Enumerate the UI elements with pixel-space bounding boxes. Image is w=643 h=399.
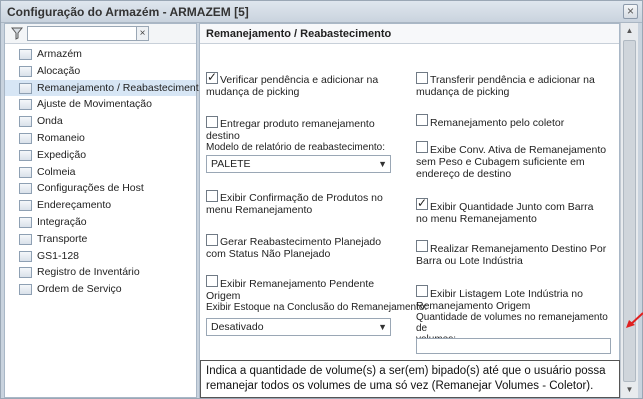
sidebar-item[interactable]: Remanejamento / Reabastecimento bbox=[5, 79, 205, 97]
stock-display-label: Exibir Estoque na Conclusão do Remanejam… bbox=[206, 302, 428, 313]
config-page-icon bbox=[19, 284, 32, 296]
sidebar-item-label: Registro de Inventário bbox=[37, 266, 140, 279]
filter-icon bbox=[11, 27, 23, 40]
sidebar-item-label: Configurações de Host bbox=[37, 182, 144, 195]
config-page-icon bbox=[19, 200, 32, 212]
tooltip: Indica a quantidade de volume(s) a ser(e… bbox=[200, 360, 620, 398]
window-title: Configuração do Armazém - ARMAZEM [5] bbox=[7, 5, 249, 19]
sidebar-item-label: Ordem de Serviço bbox=[37, 283, 122, 296]
vertical-scrollbar[interactable]: ▲ ▼ bbox=[620, 23, 638, 398]
sidebar-item-label: GS1-128 bbox=[37, 249, 80, 262]
sidebar-item-label: Endereçamento bbox=[37, 199, 112, 212]
clear-filter-button[interactable]: × bbox=[136, 26, 149, 41]
select-value: Desativado bbox=[211, 321, 264, 333]
sidebar-item[interactable]: Romaneio bbox=[5, 130, 196, 147]
filter-input[interactable] bbox=[27, 26, 137, 41]
option-label: Gerar Reabastecimento Planejado com Stat… bbox=[206, 236, 382, 260]
scrollbar-thumb[interactable] bbox=[623, 40, 636, 382]
sidebar-item[interactable]: Colmeia bbox=[5, 164, 196, 181]
chevron-down-icon: ▼ bbox=[378, 159, 387, 169]
config-page-icon bbox=[19, 183, 32, 195]
main-panel: Remanejamento / Reabastecimento Verifica… bbox=[199, 23, 620, 398]
option-label: Exibir Confirmação de Produtos no menu R… bbox=[206, 192, 383, 216]
option-label: Remanejamento pelo coletor bbox=[430, 117, 565, 129]
section-title: Remanejamento / Reabastecimento bbox=[206, 28, 392, 40]
option-label: Transferir pendência e adicionar na muda… bbox=[416, 74, 595, 98]
sidebar: × Armazém Alocação Remanejamento / Reabast… bbox=[4, 23, 205, 398]
sidebar-item-label: Onda bbox=[37, 115, 63, 128]
sidebar-item[interactable]: Configurações de Host bbox=[5, 180, 196, 197]
config-page-icon bbox=[19, 99, 32, 111]
option-label: Exibir Quantidade Junto com Barra no men… bbox=[416, 201, 594, 225]
chevron-down-icon: ▼ bbox=[378, 322, 387, 332]
report-model-select[interactable]: PALETE ▼ bbox=[206, 155, 391, 173]
config-page-icon bbox=[19, 132, 32, 144]
scroll-up-icon[interactable]: ▲ bbox=[621, 23, 638, 39]
config-page-icon bbox=[19, 267, 32, 279]
config-window: Configuração do Armazém - ARMAZEM [5] × … bbox=[0, 0, 643, 399]
sidebar-list: Armazém Alocação Remanejamento / Reabastec… bbox=[5, 46, 205, 298]
config-page-icon bbox=[19, 149, 32, 161]
sidebar-item[interactable]: Onda bbox=[5, 113, 196, 130]
config-page-icon bbox=[19, 116, 32, 128]
option-label: Exibir Listagem Lote Indústria no Remane… bbox=[416, 288, 583, 312]
option-label: Entregar produto remanejamento destino bbox=[206, 118, 375, 142]
sidebar-item[interactable]: Armazém bbox=[5, 46, 196, 63]
config-page-icon bbox=[19, 166, 32, 178]
sidebar-item[interactable]: Registro de Inventário bbox=[5, 264, 196, 281]
sidebar-item-label: Alocação bbox=[37, 64, 81, 77]
config-page-icon bbox=[19, 82, 32, 94]
sidebar-item-label: Ajuste de Movimentação bbox=[37, 98, 152, 111]
sidebar-item[interactable]: Endereçamento bbox=[5, 197, 196, 214]
config-page-icon bbox=[19, 65, 32, 77]
option-label: Verificar pendência e adicionar na mudan… bbox=[206, 74, 379, 98]
sidebar-item-label: Remanejamento / Reabastecimento bbox=[37, 81, 205, 94]
title-bar: Configuração do Armazém - ARMAZEM [5] × bbox=[1, 1, 642, 23]
option-label: Exibe Conv. Ativa de Remanejamento sem P… bbox=[416, 144, 607, 180]
close-button[interactable]: × bbox=[623, 4, 638, 19]
config-page-icon bbox=[19, 250, 32, 262]
sidebar-item[interactable]: GS1-128 bbox=[5, 248, 196, 265]
sidebar-item[interactable]: Expedição bbox=[5, 147, 196, 164]
sidebar-item[interactable]: Transporte bbox=[5, 231, 196, 248]
report-model-label: Modelo de relatório de reabastecimento: bbox=[206, 142, 385, 153]
sidebar-item-label: Romaneio bbox=[37, 131, 85, 144]
sidebar-item-label: Expedição bbox=[37, 148, 87, 161]
sidebar-item[interactable]: Integração bbox=[5, 214, 196, 231]
scroll-down-icon[interactable]: ▼ bbox=[621, 382, 638, 398]
sidebar-item[interactable]: Ordem de Serviço bbox=[5, 281, 196, 298]
volume-quantity-input[interactable] bbox=[416, 338, 611, 354]
config-page-icon bbox=[19, 233, 32, 245]
sidebar-item-label: Integração bbox=[37, 215, 87, 228]
sidebar-item-label: Transporte bbox=[37, 232, 88, 245]
config-page-icon bbox=[19, 49, 32, 60]
select-value: PALETE bbox=[211, 158, 251, 170]
config-page-icon bbox=[19, 216, 32, 228]
pointer-arrow-icon bbox=[626, 312, 643, 328]
sidebar-item[interactable]: Ajuste de Movimentação bbox=[5, 96, 196, 113]
filter-bar: × bbox=[5, 24, 196, 44]
sidebar-item-label: Armazém bbox=[37, 48, 82, 60]
sidebar-item[interactable]: Alocação bbox=[5, 63, 196, 80]
stock-display-select[interactable]: Desativado ▼ bbox=[206, 318, 391, 336]
option-label: Realizar Remanejamento Destino Por Barra… bbox=[416, 243, 607, 267]
section-header: Remanejamento / Reabastecimento bbox=[200, 24, 619, 44]
sidebar-item-label: Colmeia bbox=[37, 165, 76, 178]
option-label: Exibir Remanejamento Pendente Origem bbox=[206, 278, 375, 302]
